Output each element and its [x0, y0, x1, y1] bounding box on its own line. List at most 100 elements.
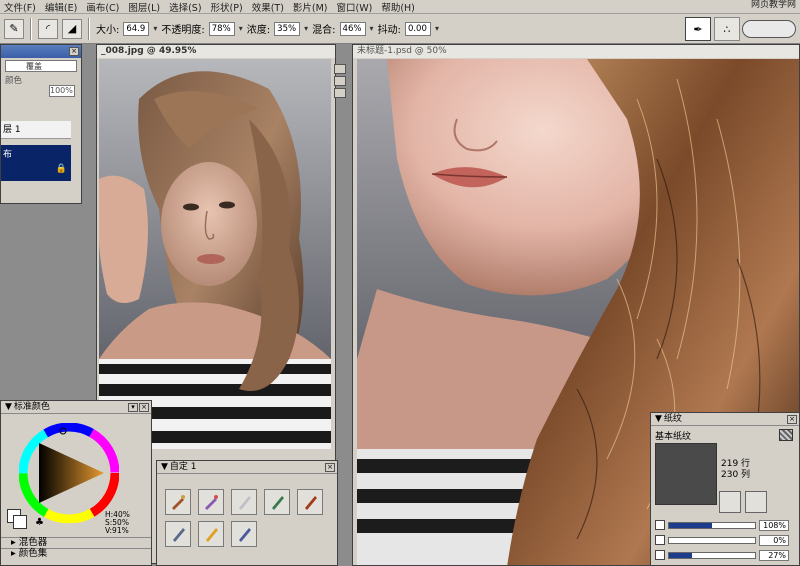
- painting-title: 未标题-1.psd @ 50%: [357, 46, 447, 56]
- painting-titlebar[interactable]: 未标题-1.psd @ 50%: [353, 45, 799, 58]
- paper-name: 基本纸纹: [655, 432, 692, 442]
- star-icon[interactable]: [334, 88, 346, 98]
- brush-selector: ✒ ∴: [685, 17, 740, 41]
- reference-title: _008.jpg @ 49.95%: [101, 46, 197, 56]
- jitter-label: 抖动:: [377, 25, 401, 36]
- hsv-readout: H:40% S:50% V:91%: [105, 511, 130, 535]
- reference-titlebar[interactable]: _008.jpg @ 49.95%: [97, 45, 335, 58]
- close-icon[interactable]: ×: [787, 414, 797, 424]
- size-field[interactable]: 64.9: [123, 21, 150, 36]
- brush-icon[interactable]: [165, 489, 191, 515]
- color-sets-row[interactable]: ▸ 颜色集: [1, 548, 151, 559]
- menu-effects[interactable]: 效果(T): [252, 0, 284, 14]
- jitter-field[interactable]: 0.00: [404, 21, 431, 36]
- contrast-field[interactable]: 0%: [759, 534, 789, 546]
- collapse-icon[interactable]: ▼: [5, 401, 12, 414]
- close-icon[interactable]: ×: [139, 402, 149, 412]
- layers-titlebar[interactable]: ×: [1, 45, 81, 58]
- brush-tool-icon[interactable]: ✎: [4, 18, 24, 39]
- round-brush-icon[interactable]: ◜: [38, 18, 58, 39]
- layer-1-row[interactable]: 层 1: [1, 121, 71, 139]
- scale-field[interactable]: 108%: [759, 519, 789, 531]
- brightness-slider[interactable]: [668, 551, 756, 559]
- close-icon[interactable]: ×: [69, 47, 79, 56]
- close-icon[interactable]: ×: [325, 462, 335, 472]
- layer-1-label: 层 1: [3, 125, 21, 135]
- mixer-panel-row[interactable]: ▸ 混色器: [1, 537, 151, 548]
- density-slider-icon[interactable]: ▾: [304, 24, 308, 33]
- pen-icon[interactable]: [264, 489, 290, 515]
- paper-panel-title: 纸纹: [663, 413, 682, 424]
- contrast-slider[interactable]: [668, 536, 756, 544]
- mix-field[interactable]: 46%: [339, 21, 366, 36]
- menu-layers[interactable]: 图层(L): [128, 0, 160, 14]
- mixer-label: 混色器: [18, 537, 48, 548]
- paper-preview: [655, 443, 717, 505]
- layer-opacity-field[interactable]: 100%: [49, 85, 75, 97]
- crayon-icon[interactable]: [198, 521, 224, 547]
- menu-help[interactable]: 帮助(H): [381, 0, 415, 14]
- blender-icon[interactable]: [231, 489, 257, 515]
- mix-label: 混合:: [312, 25, 336, 36]
- layers-panel: × 覆盖 颜色 100% 层 1 布 🔒: [0, 44, 82, 204]
- flat-brush-icon[interactable]: ◢: [62, 18, 82, 39]
- menu-movie[interactable]: 影片(M): [293, 0, 328, 14]
- airbrush-icon[interactable]: [198, 489, 224, 515]
- scale-slider-row: 108%: [655, 519, 797, 531]
- jitter-slider-icon[interactable]: ▾: [435, 24, 439, 33]
- menu-select[interactable]: 选择(S): [169, 0, 201, 14]
- color-panel-titlebar[interactable]: ▼ 标准颜色 ▾ ×: [1, 401, 151, 414]
- color-sets-label: 颜色集: [18, 548, 48, 559]
- collapse-icon[interactable]: ▼: [655, 413, 662, 426]
- composite-method-select[interactable]: 覆盖: [5, 60, 77, 72]
- paper-info: 219 行 230 列: [721, 459, 750, 481]
- menu-canvas[interactable]: 画布(C): [86, 0, 119, 14]
- opacity-field[interactable]: 78%: [208, 21, 235, 36]
- menu-bar: 文件(F) 编辑(E) 画布(C) 图层(L) 选择(S) 形状(P) 效果(T…: [0, 0, 800, 14]
- collapse-icon[interactable]: ▼: [161, 461, 168, 474]
- brush-category-icon[interactable]: ✒: [685, 17, 711, 41]
- menu-icon[interactable]: ▾: [128, 402, 138, 412]
- menu-window[interactable]: 窗口(W): [337, 0, 373, 14]
- density-field[interactable]: 35%: [274, 21, 301, 36]
- pencil-icon[interactable]: [165, 521, 191, 547]
- color-panel: ▼ 标准颜色 ▾ × ♣ H:40% S:50% V:91% ▸ 混色器 ▸ 颜…: [0, 400, 152, 566]
- paper-invert-icon[interactable]: [745, 491, 767, 513]
- size-slider-icon[interactable]: ▾: [153, 24, 157, 33]
- opacity-slider-icon[interactable]: ▾: [239, 24, 243, 33]
- watermark: 网页教学网: [751, 0, 796, 11]
- mix-slider-icon[interactable]: ▾: [370, 24, 374, 33]
- layer-icon[interactable]: [334, 76, 346, 86]
- secondary-color-swatch[interactable]: [13, 515, 27, 529]
- marker-icon[interactable]: [231, 521, 257, 547]
- watermark-line1: 网页教学网: [750, 0, 796, 10]
- brush-variant-icon[interactable]: ∴: [714, 17, 740, 41]
- density-label: 浓度:: [246, 25, 271, 36]
- custom-palette-titlebar[interactable]: ▼ 自定 1 ×: [157, 461, 337, 474]
- expand-icon: ▸: [11, 548, 19, 559]
- paper-texture-icon[interactable]: [719, 491, 741, 513]
- scale-slider[interactable]: [668, 521, 756, 529]
- menu-file[interactable]: 文件(F): [4, 0, 36, 14]
- property-bar: ✎ ◜ ◢ 大小: 64.9 ▾ 不透明度: 78% ▾ 浓度: 35% ▾ 混…: [0, 14, 800, 44]
- oil-brush-icon[interactable]: [297, 489, 323, 515]
- paper-selector-icon[interactable]: [779, 429, 793, 441]
- paper-rows: 219 行: [721, 459, 751, 469]
- lock-icon[interactable]: 🔒: [56, 159, 67, 179]
- canvas-layer-row[interactable]: 布 🔒: [1, 145, 71, 181]
- contrast-slider-row: 0%: [655, 534, 797, 546]
- size-label: 大小:: [96, 25, 120, 36]
- paper-panel-titlebar[interactable]: ▼ 纸纹 ×: [651, 413, 799, 426]
- expand-icon: ▸: [11, 537, 19, 548]
- menu-edit[interactable]: 编辑(E): [45, 0, 77, 14]
- reference-photo: [99, 59, 331, 449]
- brightness-slider-fill: [669, 552, 693, 558]
- paper-panel: ▼ 纸纹 × 基本纸纹 219 行 230 列 108% 0% 27%: [650, 412, 800, 566]
- menu-shapes[interactable]: 形状(P): [211, 0, 243, 14]
- brightness-field[interactable]: 27%: [759, 549, 789, 561]
- value-readout: V:91%: [105, 526, 129, 535]
- panel-toggle[interactable]: [742, 20, 796, 38]
- color-wheel[interactable]: [19, 423, 119, 523]
- eyedropper-icon[interactable]: ♣: [35, 517, 44, 528]
- grid-icon[interactable]: [334, 64, 346, 74]
